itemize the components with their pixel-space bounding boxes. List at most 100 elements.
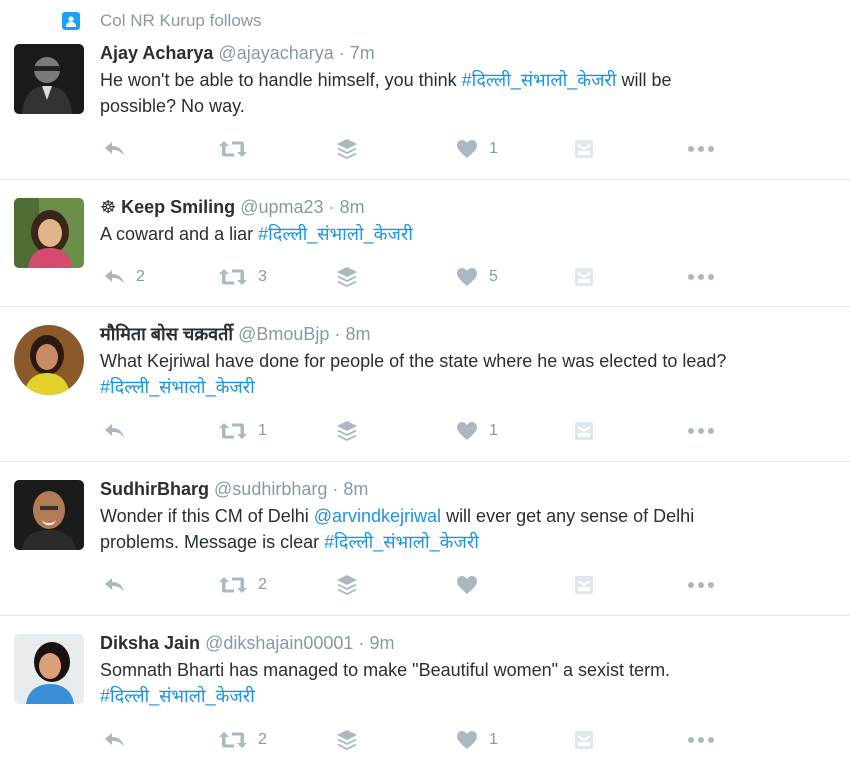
direct-message-button[interactable] — [572, 265, 596, 289]
direct-message-button[interactable] — [572, 728, 596, 752]
tweet[interactable]: Diksha Jain @dikshajain00001 · 9m Somnat… — [0, 616, 850, 764]
text-segment: What Kejriwal have done for people of th… — [100, 351, 727, 371]
avatar[interactable] — [14, 634, 84, 704]
tweet-header: ☸ Keep Smiling @upma23 · 8m — [100, 196, 838, 218]
user-handle[interactable]: @dikshajain00001 — [205, 633, 353, 653]
like-button[interactable]: 1 — [455, 137, 498, 161]
timestamp[interactable]: 8m — [340, 197, 365, 217]
envelope-icon — [572, 573, 596, 597]
reply-button[interactable] — [102, 728, 126, 752]
direct-message-button[interactable] — [572, 573, 596, 597]
more-button[interactable] — [686, 573, 716, 597]
user-handle[interactable]: @sudhirbharg — [214, 479, 327, 499]
layers-icon — [335, 265, 359, 289]
tweet[interactable]: मौमिता बोस चक्रवर्ती @BmouBjp · 8m What … — [0, 307, 850, 462]
more-button[interactable] — [686, 137, 716, 161]
social-context-text: Col NR Kurup follows — [100, 11, 262, 30]
like-count: 5 — [489, 268, 498, 285]
hashtag-link[interactable]: #दिल्ली_संभालो_केजरी — [324, 532, 479, 552]
reply-button[interactable] — [102, 573, 126, 597]
timestamp[interactable]: 7m — [350, 43, 375, 63]
mention-link[interactable]: @arvindkejriwal — [314, 506, 441, 526]
like-button[interactable]: 5 — [455, 265, 498, 289]
retweet-count: 3 — [258, 268, 267, 285]
tweet-text: What Kejriwal have done for people of th… — [100, 348, 838, 400]
tweet[interactable]: SudhirBharg @sudhirbharg · 8m Wonder if … — [0, 462, 850, 616]
more-button[interactable] — [686, 728, 716, 752]
text-segment: possible? No way. — [100, 96, 245, 116]
more-button[interactable] — [686, 419, 716, 443]
timestamp[interactable]: 8m — [343, 479, 368, 499]
hashtag-link[interactable]: #दिल्ली_संभालो_केजरी — [258, 224, 413, 244]
avatar[interactable] — [14, 198, 84, 268]
more-button[interactable] — [686, 265, 716, 289]
hashtag-link[interactable]: #दिल्ली_संभालो_केजरी — [100, 686, 255, 706]
text-segment: problems. Message is clear — [100, 532, 325, 552]
tweet-header: Diksha Jain @dikshajain00001 · 9m — [100, 632, 838, 654]
like-button[interactable]: 1 — [455, 728, 498, 752]
direct-message-button[interactable] — [572, 137, 596, 161]
display-name[interactable]: SudhirBharg — [100, 479, 209, 499]
avatar[interactable] — [14, 480, 84, 550]
display-name[interactable]: Ajay Acharya — [100, 43, 213, 63]
separator-dot: · — [358, 633, 365, 653]
tweet-content: Ajay Acharya @ajayacharya · 7m He won't … — [100, 42, 838, 119]
reply-icon — [102, 137, 126, 161]
tweet-content: ☸ Keep Smiling @upma23 · 8m A coward and… — [100, 196, 838, 247]
separator-dot: · — [328, 197, 335, 217]
retweet-button[interactable]: 2 — [218, 573, 267, 597]
tweet[interactable]: ☸ Keep Smiling @upma23 · 8m A coward and… — [0, 180, 850, 307]
reply-button[interactable] — [102, 137, 126, 161]
add-to-moment-button[interactable] — [335, 137, 359, 161]
retweet-button[interactable] — [218, 137, 248, 161]
text-segment: Wonder if this CM of Delhi — [100, 506, 314, 526]
tweet-actions: 2 3 5 — [100, 265, 740, 289]
more-dots-icon — [686, 137, 716, 161]
retweet-button[interactable]: 3 — [218, 265, 267, 289]
avatar[interactable] — [14, 325, 84, 395]
retweet-button[interactable]: 1 — [218, 419, 267, 443]
retweet-count: 2 — [258, 576, 267, 593]
timestamp[interactable]: 9m — [369, 633, 394, 653]
timestamp[interactable]: 8m — [345, 324, 370, 344]
add-to-moment-button[interactable] — [335, 419, 359, 443]
retweet-icon — [218, 573, 248, 597]
hashtag-link[interactable]: #दिल्ली_संभालो_केजरी — [100, 377, 255, 397]
reply-icon — [102, 419, 126, 443]
reply-button[interactable]: 2 — [102, 265, 145, 289]
envelope-icon — [572, 419, 596, 443]
display-name[interactable]: Diksha Jain — [100, 633, 200, 653]
direct-message-button[interactable] — [572, 419, 596, 443]
hashtag-link[interactable]: #दिल्ली_संभालो_केजरी — [462, 70, 617, 90]
layers-icon — [335, 137, 359, 161]
user-handle[interactable]: @ajayacharya — [218, 43, 333, 63]
more-dots-icon — [686, 573, 716, 597]
envelope-icon — [572, 728, 596, 752]
retweet-count: 2 — [258, 731, 267, 748]
user-handle[interactable]: @upma23 — [240, 197, 323, 217]
separator-dot: · — [332, 479, 339, 499]
tweet-content: मौमिता बोस चक्रवर्ती @BmouBjp · 8m What … — [100, 323, 838, 400]
add-to-moment-button[interactable] — [335, 728, 359, 752]
more-dots-icon — [686, 265, 716, 289]
reply-button[interactable] — [102, 419, 126, 443]
heart-icon — [455, 265, 479, 289]
person-icon — [62, 12, 80, 30]
like-count: 1 — [489, 422, 498, 439]
heart-icon — [455, 137, 479, 161]
display-name[interactable]: Keep Smiling — [121, 197, 235, 217]
like-button[interactable] — [455, 573, 479, 597]
tweet[interactable]: Col NR Kurup follows Ajay Acharya @ajaya… — [0, 0, 850, 180]
add-to-moment-button[interactable] — [335, 573, 359, 597]
avatar[interactable] — [14, 44, 84, 114]
add-to-moment-button[interactable] — [335, 265, 359, 289]
user-handle[interactable]: @BmouBjp — [238, 324, 329, 344]
retweet-button[interactable]: 2 — [218, 728, 267, 752]
tweet-header: मौमिता बोस चक्रवर्ती @BmouBjp · 8m — [100, 323, 838, 345]
display-name[interactable]: मौमिता बोस चक्रवर्ती — [100, 324, 233, 344]
like-count: 1 — [489, 140, 498, 157]
envelope-icon — [572, 137, 596, 161]
tweet-content: SudhirBharg @sudhirbharg · 8m Wonder if … — [100, 478, 838, 555]
tweet-text: A coward and a liar #दिल्ली_संभालो_केजरी — [100, 221, 838, 247]
like-button[interactable]: 1 — [455, 419, 498, 443]
